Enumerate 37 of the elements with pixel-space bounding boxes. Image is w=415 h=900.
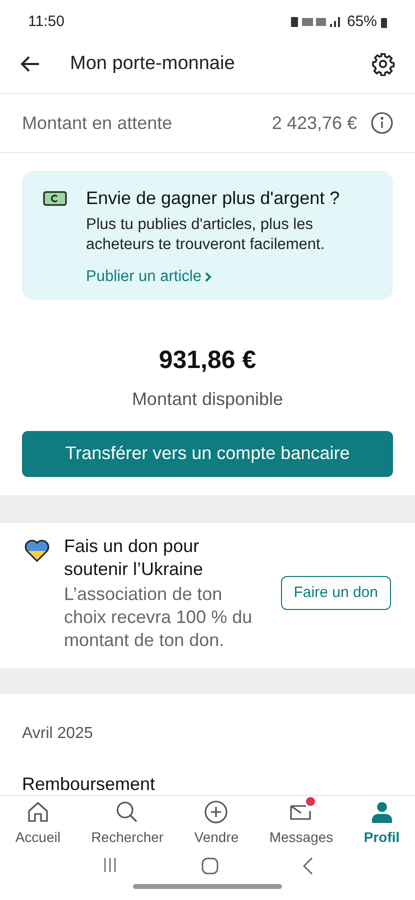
home-button-icon[interactable] xyxy=(200,856,218,875)
available-amount: 931,86 € xyxy=(158,345,256,376)
back-arrow-icon[interactable] xyxy=(20,55,40,73)
publish-link[interactable]: Publier un article xyxy=(86,265,373,288)
donate-button[interactable]: Faire un don xyxy=(280,576,391,610)
nav-tab[interactable]: Accueil xyxy=(15,800,60,848)
transfer-button[interactable]: Transférer vers un compte bancaire xyxy=(22,430,393,477)
back-icon[interactable] xyxy=(302,856,314,875)
person-icon xyxy=(370,800,394,824)
month-heading: Avril 2025 xyxy=(21,724,94,744)
battery-percent: 65% xyxy=(346,12,377,32)
nav-tab[interactable]: Messages xyxy=(269,800,334,848)
nav-tab[interactable]: Profil xyxy=(364,800,400,848)
nav-tab[interactable]: Rechercher xyxy=(91,800,164,848)
nav-tab[interactable]: Vendre xyxy=(194,800,239,848)
pending-label: Montant en attente xyxy=(22,112,174,134)
chevron-right-icon xyxy=(204,270,212,283)
battery-icon xyxy=(381,16,387,28)
transaction-title[interactable]: Remboursement xyxy=(22,770,393,795)
donation-title: Fais un don pour soutenir l’Ukraine xyxy=(64,534,204,581)
plus-circle-icon xyxy=(204,800,228,824)
recent-apps-icon[interactable] xyxy=(102,856,118,873)
network-status-icon xyxy=(290,16,343,28)
info-icon[interactable] xyxy=(371,112,393,134)
promo-text: Plus tu publies d'articles, plus les acheteurs te trouveront facilement. xyxy=(86,215,326,255)
heart-icon xyxy=(24,538,50,563)
status-time: 11:50 xyxy=(28,12,64,32)
available-label: Montant disponible xyxy=(132,388,284,411)
page-title: Mon porte-monnaie xyxy=(70,52,236,76)
home-icon xyxy=(26,800,50,824)
gesture-bar[interactable] xyxy=(133,884,282,889)
pending-amount: 2 423,76 € xyxy=(272,112,357,134)
promo-title: Envie de gagner plus d'argent ? xyxy=(86,187,341,210)
donation-text: L’association de ton choix recevra 100 % du montant de ton don. xyxy=(64,582,254,652)
settings-icon[interactable] xyxy=(371,52,395,76)
banknote-icon xyxy=(42,189,68,207)
search-icon xyxy=(115,800,140,824)
